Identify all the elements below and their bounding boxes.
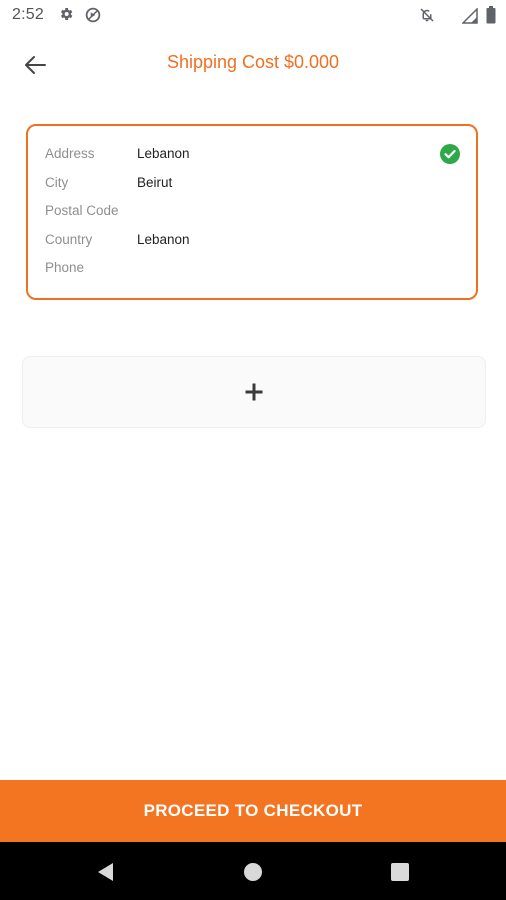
header: Shipping Cost $0.000	[0, 32, 506, 96]
address-row-postal-code: Postal Code	[45, 203, 445, 223]
page-title: Shipping Cost $0.000	[166, 52, 340, 72]
nav-recents-icon[interactable]	[390, 862, 410, 882]
phone-label: Phone	[45, 260, 85, 275]
city-label: City	[45, 175, 69, 190]
address-value: Lebanon	[137, 146, 190, 161]
navigation-bar	[0, 842, 506, 900]
plus-icon	[245, 383, 263, 401]
proceed-to-checkout-button[interactable]: PROCEED TO CHECKOUT	[0, 780, 506, 842]
add-address-button[interactable]	[22, 356, 486, 428]
status-time: 2:52	[12, 6, 44, 23]
address-row-address: Address Lebanon	[45, 146, 445, 166]
country-value: Lebanon	[137, 232, 190, 247]
gear-icon	[61, 8, 73, 20]
address-card[interactable]: Address Lebanon City Beirut Postal Code …	[26, 124, 478, 300]
nav-back-icon[interactable]	[96, 862, 116, 882]
postal-code-label: Postal Code	[45, 203, 119, 218]
signal-icon	[462, 8, 478, 24]
city-value: Beirut	[137, 175, 173, 190]
status-bar: 2:52	[0, 0, 506, 32]
checkout-label: PROCEED TO CHECKOUT	[143, 801, 363, 820]
battery-icon	[486, 6, 496, 24]
address-row-country: Country Lebanon	[45, 232, 445, 252]
check-circle-icon	[440, 144, 460, 164]
nav-home-icon[interactable]	[243, 862, 263, 882]
address-row-phone: Phone	[45, 260, 445, 280]
address-label: Address	[45, 146, 95, 161]
address-row-city: City Beirut	[45, 175, 445, 195]
sync-icon	[85, 7, 101, 23]
country-label: Country	[45, 232, 93, 247]
notifications-off-icon	[420, 8, 434, 22]
